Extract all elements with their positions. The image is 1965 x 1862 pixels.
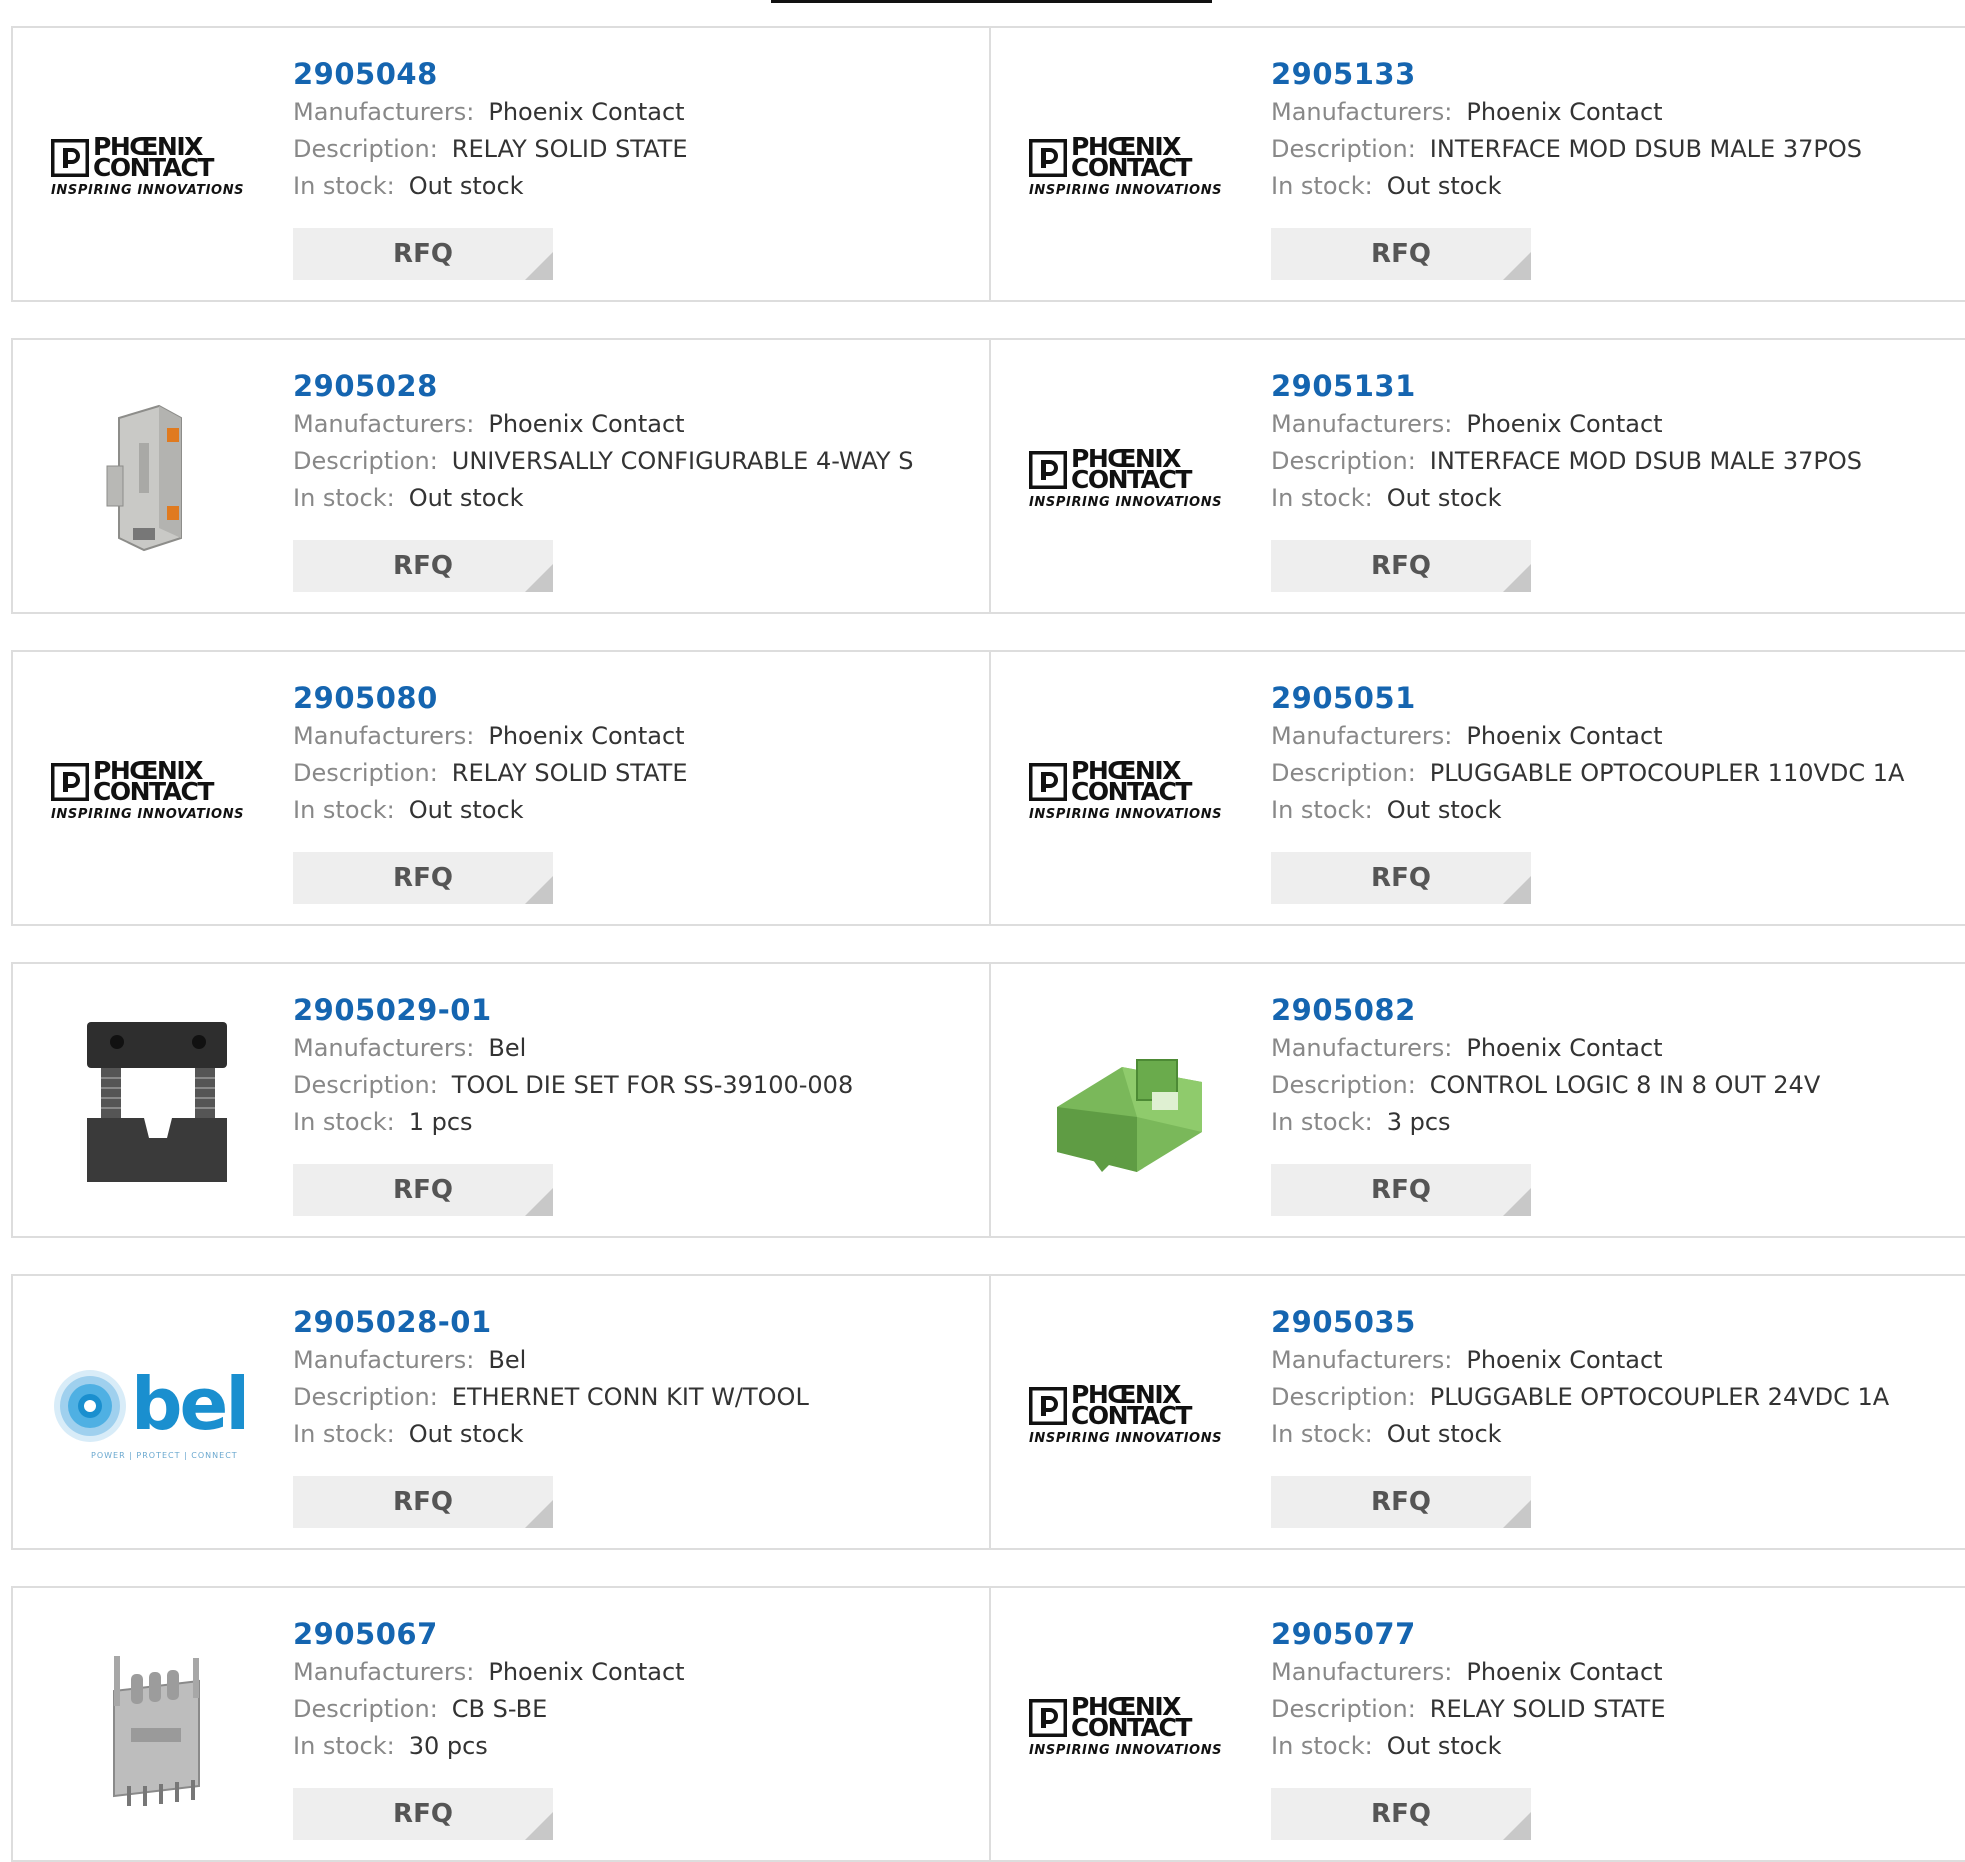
- phoenix-contact-logo: PHŒNIX CONTACT INSPIRING INNOVATIONS: [1029, 132, 1223, 198]
- product-card: PHŒNIX CONTACT INSPIRING INNOVATIONS 290…: [989, 650, 1965, 926]
- manufacturer-row: Manufacturers: Phoenix Contact: [293, 98, 685, 126]
- product-thumbnail[interactable]: PHŒNIX CONTACT INSPIRING INNOVATIONS: [1027, 700, 1232, 880]
- rfq-button[interactable]: RFQ: [1271, 1476, 1531, 1528]
- rfq-button[interactable]: RFQ: [293, 852, 553, 904]
- part-number-link[interactable]: 2905029-01: [293, 990, 979, 1030]
- product-card: PHŒNIX CONTACT INSPIRING INNOVATIONS 290…: [989, 1274, 1965, 1550]
- product-card: 2905082 Manufacturers: Phoenix Contact De…: [989, 962, 1965, 1238]
- phoenix-contact-logo: PHŒNIX CONTACT INSPIRING INNOVATIONS: [1029, 1380, 1223, 1446]
- product-card: 2905067 Manufacturers: Phoenix Contact De…: [11, 1586, 991, 1862]
- stock-row: In stock: 3 pcs: [1271, 1108, 1451, 1136]
- part-number-link[interactable]: 2905067: [293, 1614, 979, 1654]
- description-row: Description: INTERFACE MOD DSUB MALE 37PO…: [1271, 447, 1862, 475]
- product-thumbnail[interactable]: PHŒNIX CONTACT INSPIRING INNOVATIONS: [1027, 1324, 1232, 1504]
- rfq-button[interactable]: RFQ: [1271, 852, 1531, 904]
- part-number-link[interactable]: 2905077: [1271, 1614, 1965, 1654]
- part-number-link[interactable]: 2905131: [1271, 366, 1965, 406]
- manufacturer-row: Manufacturers: Phoenix Contact: [1271, 1658, 1663, 1686]
- part-number-link[interactable]: 2905028-01: [293, 1302, 979, 1342]
- manufacturer-row: Manufacturers: Phoenix Contact: [1271, 722, 1663, 750]
- description-row: Description: UNIVERSALLY CONFIGURABLE 4-W…: [293, 447, 914, 475]
- rfq-button[interactable]: RFQ: [293, 1164, 553, 1216]
- stock-row: In stock: Out stock: [1271, 172, 1502, 200]
- part-number-link[interactable]: 2905080: [293, 678, 979, 718]
- product-thumbnail[interactable]: bel POWER | PROTECT | CONNECT: [49, 1324, 254, 1504]
- product-thumbnail[interactable]: PHŒNIX CONTACT INSPIRING INNOVATIONS: [49, 76, 254, 256]
- part-number-link[interactable]: 2905082: [1271, 990, 1965, 1030]
- product-card: 2905028 Manufacturers: Phoenix Contact De…: [11, 338, 991, 614]
- stock-row: In stock: Out stock: [293, 484, 524, 512]
- stock-row: In stock: 30 pcs: [293, 1732, 488, 1760]
- manufacturer-row: Manufacturers: Bel: [293, 1034, 527, 1062]
- product-thumbnail[interactable]: PHŒNIX CONTACT INSPIRING INNOVATIONS: [1027, 76, 1232, 256]
- product-thumbnail[interactable]: PHŒNIX CONTACT INSPIRING INNOVATIONS: [1027, 1636, 1232, 1816]
- product-card: PHŒNIX CONTACT INSPIRING INNOVATIONS 290…: [989, 1586, 1965, 1862]
- description-row: Description: RELAY SOLID STATE: [293, 759, 688, 787]
- tool-die-image: [87, 1022, 227, 1182]
- description-row: Description: PLUGGABLE OPTOCOUPLER 110VDC…: [1271, 759, 1905, 787]
- stock-row: In stock: Out stock: [293, 1420, 524, 1448]
- manufacturer-row: Manufacturers: Bel: [293, 1346, 527, 1374]
- manufacturer-row: Manufacturers: Phoenix Contact: [293, 410, 685, 438]
- description-row: Description: CONTROL LOGIC 8 IN 8 OUT 24V: [1271, 1071, 1821, 1099]
- product-card: PHŒNIX CONTACT INSPIRING INNOVATIONS 290…: [11, 650, 991, 926]
- rfq-button[interactable]: RFQ: [293, 540, 553, 592]
- product-card: bel POWER | PROTECT | CONNECT 2905028-01…: [11, 1274, 991, 1550]
- manufacturer-row: Manufacturers: Phoenix Contact: [293, 1658, 685, 1686]
- manufacturer-row: Manufacturers: Phoenix Contact: [1271, 1034, 1663, 1062]
- product-grid: PHŒNIX CONTACT INSPIRING INNOVATIONS 290…: [0, 0, 1965, 1862]
- product-card: PHŒNIX CONTACT INSPIRING INNOVATIONS 290…: [989, 338, 1965, 614]
- phoenix-contact-logo: PHŒNIX CONTACT INSPIRING INNOVATIONS: [1029, 756, 1223, 822]
- phoenix-contact-logo: PHŒNIX CONTACT INSPIRING INNOVATIONS: [1029, 1692, 1223, 1758]
- din-rail-module-image: [106, 404, 182, 552]
- description-row: Description: INTERFACE MOD DSUB MALE 37PO…: [1271, 135, 1862, 163]
- product-thumbnail[interactable]: [49, 1636, 254, 1816]
- bel-logo: bel POWER | PROTECT | CONNECT: [49, 1359, 254, 1469]
- description-row: Description: RELAY SOLID STATE: [1271, 1695, 1666, 1723]
- product-card: PHŒNIX CONTACT INSPIRING INNOVATIONS 290…: [11, 26, 991, 302]
- product-thumbnail[interactable]: PHŒNIX CONTACT INSPIRING INNOVATIONS: [1027, 388, 1232, 568]
- description-row: Description: TOOL DIE SET FOR SS-39100-00…: [293, 1071, 854, 1099]
- rfq-button[interactable]: RFQ: [293, 228, 553, 280]
- stock-row: In stock: 1 pcs: [293, 1108, 473, 1136]
- manufacturer-row: Manufacturers: Phoenix Contact: [1271, 410, 1663, 438]
- product-card: PHŒNIX CONTACT INSPIRING INNOVATIONS 290…: [989, 26, 1965, 302]
- rfq-button[interactable]: RFQ: [1271, 228, 1531, 280]
- product-thumbnail[interactable]: PHŒNIX CONTACT INSPIRING INNOVATIONS: [49, 700, 254, 880]
- description-row: Description: PLUGGABLE OPTOCOUPLER 24VDC …: [1271, 1383, 1890, 1411]
- stock-row: In stock: Out stock: [1271, 1420, 1502, 1448]
- rfq-button[interactable]: RFQ: [293, 1788, 553, 1840]
- product-thumbnail[interactable]: [49, 388, 254, 568]
- description-row: Description: CB S-BE: [293, 1695, 548, 1723]
- manufacturer-row: Manufacturers: Phoenix Contact: [1271, 98, 1663, 126]
- phoenix-contact-logo: PHŒNIX CONTACT INSPIRING INNOVATIONS: [51, 132, 245, 198]
- phoenix-contact-logo: PHŒNIX CONTACT INSPIRING INNOVATIONS: [51, 756, 245, 822]
- phoenix-contact-logo: PHŒNIX CONTACT INSPIRING INNOVATIONS: [1029, 444, 1223, 510]
- stock-row: In stock: Out stock: [1271, 1732, 1502, 1760]
- product-thumbnail[interactable]: [49, 1012, 254, 1192]
- green-connector-image: [1057, 1059, 1202, 1172]
- rfq-button[interactable]: RFQ: [1271, 1164, 1531, 1216]
- stock-row: In stock: Out stock: [293, 796, 524, 824]
- product-card: 2905029-01 Manufacturers: Bel Description…: [11, 962, 991, 1238]
- part-number-link[interactable]: 2905035: [1271, 1302, 1965, 1342]
- rfq-button[interactable]: RFQ: [1271, 540, 1531, 592]
- stock-row: In stock: Out stock: [1271, 796, 1502, 824]
- part-number-link[interactable]: 2905028: [293, 366, 979, 406]
- part-number-link[interactable]: 2905051: [1271, 678, 1965, 718]
- terminal-block-image: [113, 1656, 200, 1806]
- description-row: Description: RELAY SOLID STATE: [293, 135, 688, 163]
- part-number-link[interactable]: 2905048: [293, 54, 979, 94]
- manufacturer-row: Manufacturers: Phoenix Contact: [293, 722, 685, 750]
- description-row: Description: ETHERNET CONN KIT W/TOOL: [293, 1383, 809, 1411]
- part-number-link[interactable]: 2905133: [1271, 54, 1965, 94]
- manufacturer-row: Manufacturers: Phoenix Contact: [1271, 1346, 1663, 1374]
- product-thumbnail[interactable]: [1027, 1012, 1232, 1192]
- stock-row: In stock: Out stock: [293, 172, 524, 200]
- rfq-button[interactable]: RFQ: [1271, 1788, 1531, 1840]
- rfq-button[interactable]: RFQ: [293, 1476, 553, 1528]
- stock-row: In stock: Out stock: [1271, 484, 1502, 512]
